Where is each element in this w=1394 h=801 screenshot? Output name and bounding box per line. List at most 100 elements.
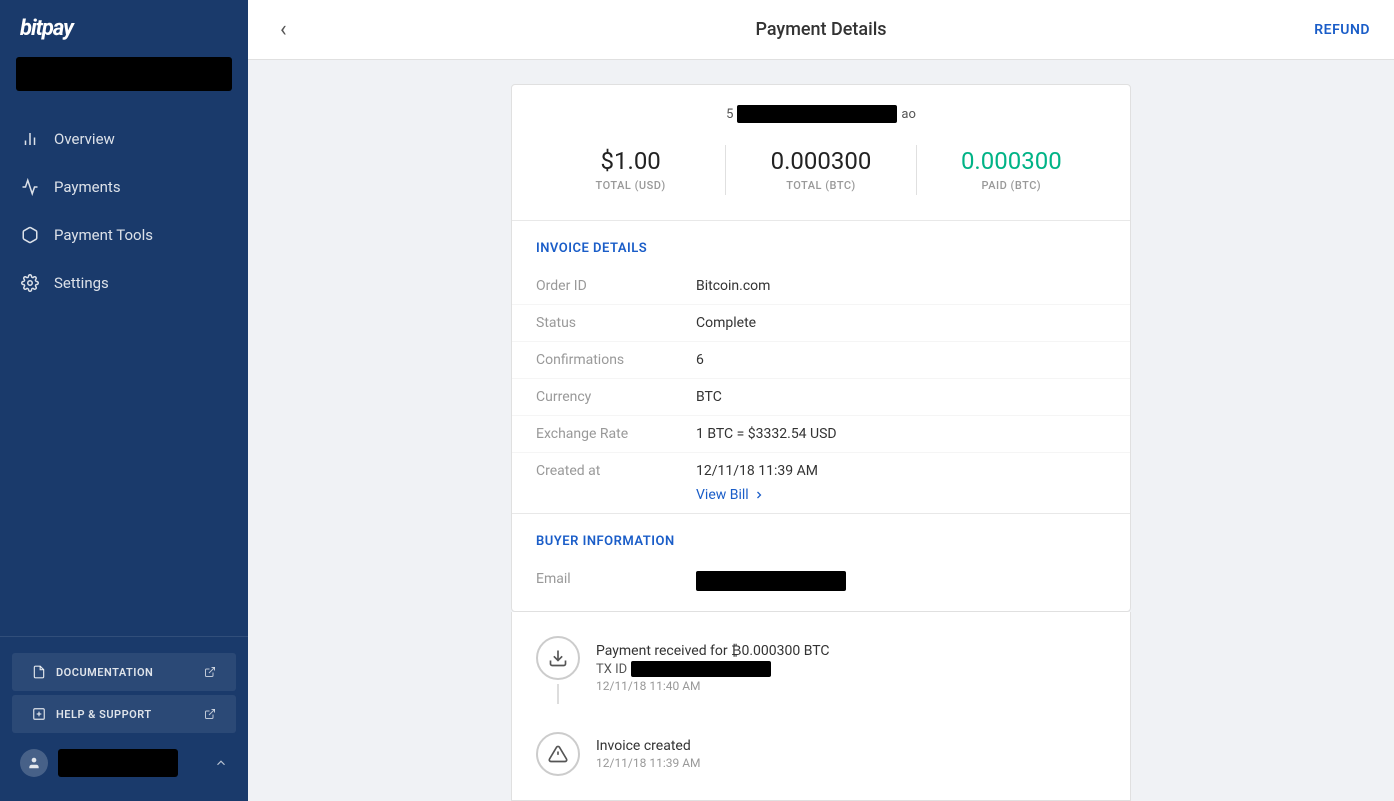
detail-email: Email	[512, 561, 1130, 611]
external-link-2-icon	[204, 708, 216, 720]
sidebar-item-settings[interactable]: Settings	[0, 259, 248, 307]
sidebar-label-payments: Payments	[54, 178, 121, 196]
timeline-line-1	[557, 684, 559, 704]
confirmations-label: Confirmations	[536, 352, 696, 368]
order-id-label: Order ID	[536, 278, 696, 294]
sidebar: bitpay Overview Payments	[0, 0, 248, 801]
buyer-info-section: BUYER INFORMATION Email	[512, 513, 1130, 611]
doc-icon	[32, 665, 46, 679]
timeline-title-1: Payment received for ₿0.000300 BTC	[596, 642, 830, 659]
currency-value: BTC	[696, 389, 722, 405]
created-at-label: Created at	[536, 463, 696, 479]
order-id-value: Bitcoin.com	[696, 278, 770, 294]
help-support-link[interactable]: HELP & SUPPORT	[12, 695, 236, 733]
currency-label: Currency	[536, 389, 696, 405]
status-value: Complete	[696, 315, 756, 331]
amounts-row: $1.00 TOTAL (USD) 0.000300 TOTAL (BTC) 0…	[536, 139, 1106, 200]
sidebar-label-payment-tools: Payment Tools	[54, 226, 153, 244]
payment-id-suffix: ao	[901, 107, 916, 122]
timeline-txid: TX ID	[596, 661, 830, 677]
detail-confirmations: Confirmations 6	[512, 342, 1130, 379]
paid-btc-label: PAID (BTC)	[933, 179, 1090, 192]
total-btc-block: 0.000300 TOTAL (BTC)	[726, 139, 915, 200]
detail-currency: Currency BTC	[512, 379, 1130, 416]
timeline-content-1: Payment received for ₿0.000300 BTC TX ID…	[596, 636, 830, 704]
sidebar-logo: bitpay	[0, 0, 248, 57]
timeline-content-2: Invoice created 12/11/18 11:39 AM	[596, 732, 701, 776]
created-at-value: 12/11/18 11:39 AM	[696, 463, 818, 479]
view-bill-label: View Bill	[696, 487, 749, 503]
payment-card: 5 ao $1.00 TOTAL (USD) 0.000300 TOTAL (B…	[511, 84, 1131, 612]
total-usd-label: TOTAL (USD)	[552, 179, 709, 192]
payment-id-row: 5 ao	[536, 105, 1106, 123]
back-button[interactable]: ‹	[272, 13, 295, 46]
detail-created-at: Created at 12/11/18 11:39 AM View Bill	[512, 453, 1130, 513]
email-label: Email	[536, 571, 696, 591]
sidebar-item-overview[interactable]: Overview	[0, 115, 248, 163]
timeline-item-payment: Payment received for ₿0.000300 BTC TX ID…	[536, 636, 1106, 704]
page-title: Payment Details	[755, 19, 886, 40]
bitpay-logo-text: bitpay	[20, 16, 73, 41]
payment-id-prefix: 5	[726, 107, 733, 122]
triangle-icon-circle	[536, 732, 580, 776]
invoice-details-section: INVOICE DETAILS Order ID Bitcoin.com Sta…	[512, 221, 1130, 513]
payment-id-redacted	[737, 105, 897, 123]
alert-triangle-icon	[548, 744, 568, 764]
box-icon	[20, 225, 40, 245]
paid-btc-value: 0.000300	[933, 147, 1090, 175]
buyer-info-title: BUYER INFORMATION	[512, 514, 1130, 561]
documentation-label: DOCUMENTATION	[56, 666, 153, 679]
total-usd-value: $1.00	[552, 147, 709, 175]
gear-icon	[20, 273, 40, 293]
help-support-label: HELP & SUPPORT	[56, 708, 152, 721]
download-icon	[548, 648, 568, 668]
detail-status: Status Complete	[512, 305, 1130, 342]
exchange-rate-value: 1 BTC = $3332.54 USD	[696, 426, 837, 442]
detail-exchange-rate: Exchange Rate 1 BTC = $3332.54 USD	[512, 416, 1130, 453]
timeline-section: Payment received for ₿0.000300 BTC TX ID…	[511, 612, 1131, 801]
chevron-right-icon	[753, 489, 765, 501]
timeline-left-1	[536, 636, 580, 704]
sidebar-nav: Overview Payments Payment Tools	[0, 107, 248, 636]
top-bar: ‹ Payment Details REFUND	[248, 0, 1394, 60]
detail-order-id: Order ID Bitcoin.com	[512, 268, 1130, 305]
view-bill-link[interactable]: View Bill	[696, 487, 1106, 503]
timeline-time-2: 12/11/18 11:39 AM	[596, 756, 701, 770]
user-avatar	[20, 749, 48, 777]
total-usd-block: $1.00 TOTAL (USD)	[536, 139, 725, 200]
invoice-details-title: INVOICE DETAILS	[512, 221, 1130, 268]
account-bar[interactable]	[16, 57, 232, 91]
activity-icon	[20, 177, 40, 197]
chevron-up-icon[interactable]	[214, 756, 228, 770]
help-icon	[32, 707, 46, 721]
person-icon	[27, 756, 41, 770]
tx-id-prefix: TX ID	[596, 662, 627, 677]
payment-header: 5 ao $1.00 TOTAL (USD) 0.000300 TOTAL (B…	[512, 85, 1130, 221]
download-icon-circle	[536, 636, 580, 680]
user-name-bar	[58, 749, 178, 777]
timeline-title-2: Invoice created	[596, 738, 701, 754]
sidebar-item-payments[interactable]: Payments	[0, 163, 248, 211]
sidebar-item-payment-tools[interactable]: Payment Tools	[0, 211, 248, 259]
content-area: 5 ao $1.00 TOTAL (USD) 0.000300 TOTAL (B…	[248, 60, 1394, 801]
timeline-time-1: 12/11/18 11:40 AM	[596, 679, 830, 693]
main-content: ‹ Payment Details REFUND 5 ao $1.00 TOTA…	[248, 0, 1394, 801]
sidebar-bottom: DOCUMENTATION HELP & SUPPORT	[0, 636, 248, 801]
tx-id-redacted	[631, 661, 771, 677]
sidebar-user	[0, 737, 248, 789]
paid-btc-block: 0.000300 PAID (BTC)	[917, 139, 1106, 200]
email-redacted	[696, 571, 846, 591]
status-label: Status	[536, 315, 696, 331]
documentation-link[interactable]: DOCUMENTATION	[12, 653, 236, 691]
timeline-left-2	[536, 732, 580, 776]
total-btc-value: 0.000300	[742, 147, 899, 175]
external-link-icon	[204, 666, 216, 678]
total-btc-label: TOTAL (BTC)	[742, 179, 899, 192]
sidebar-label-overview: Overview	[54, 130, 115, 148]
refund-button[interactable]: REFUND	[1314, 22, 1370, 38]
bar-chart-icon	[20, 129, 40, 149]
sidebar-label-settings: Settings	[54, 274, 109, 292]
timeline-item-created: Invoice created 12/11/18 11:39 AM	[536, 732, 1106, 776]
exchange-rate-label: Exchange Rate	[536, 426, 696, 442]
confirmations-value: 6	[696, 352, 704, 368]
